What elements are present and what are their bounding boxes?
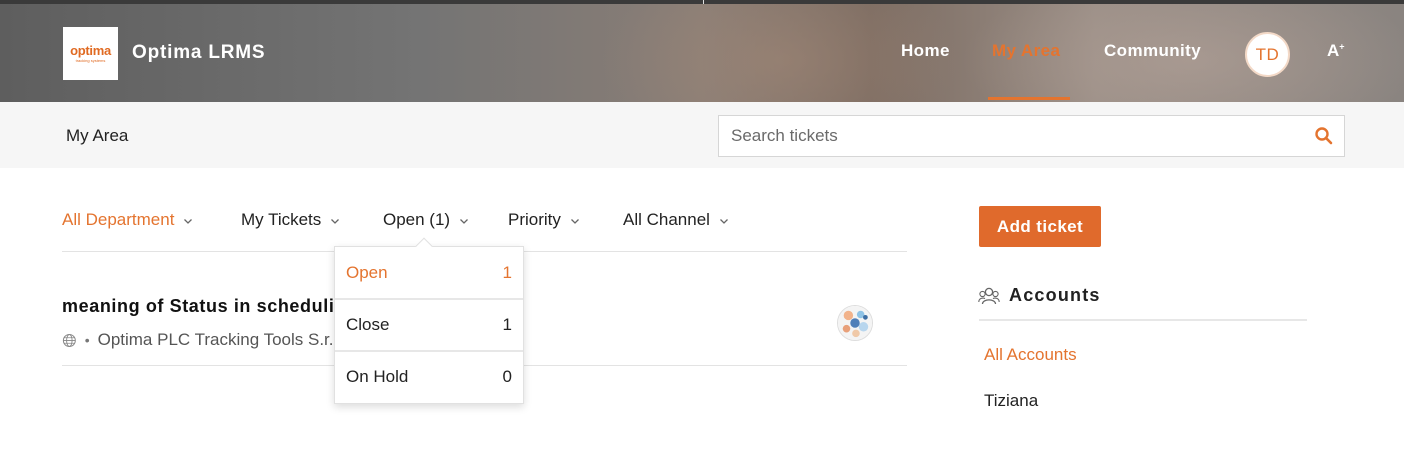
nav-community[interactable]: Community bbox=[1104, 41, 1201, 61]
search-box[interactable] bbox=[718, 115, 1345, 157]
font-size-label: A bbox=[1327, 41, 1340, 60]
logo-wordmark: optima bbox=[70, 43, 111, 58]
user-avatar[interactable]: TD bbox=[1245, 32, 1290, 77]
status-option-label: Open bbox=[346, 263, 388, 282]
active-nav-indicator bbox=[988, 97, 1070, 100]
filter-status-label: Open (1) bbox=[383, 210, 451, 229]
chevron-down-icon bbox=[184, 218, 193, 224]
chevron-down-icon bbox=[719, 218, 728, 224]
account-link-tiziana[interactable]: Tiziana bbox=[984, 391, 1038, 411]
accounts-header: Accounts bbox=[978, 285, 1101, 306]
brand-name[interactable]: Optima LRMS bbox=[132, 42, 265, 64]
ticket-title[interactable]: meaning of Status in scheduling bbox=[62, 296, 342, 317]
users-icon bbox=[978, 287, 1000, 304]
status-option-close[interactable]: Close 1 bbox=[335, 298, 523, 350]
header-edge-mark bbox=[703, 0, 704, 4]
filter-priority-label: Priority bbox=[508, 210, 561, 229]
top-header: optima tracking systems Optima LRMS Home… bbox=[0, 0, 1404, 102]
ticket-assignee-avatar[interactable] bbox=[837, 305, 873, 341]
account-link-all[interactable]: All Accounts bbox=[984, 345, 1077, 365]
ticket-meta: • Optima PLC Tracking Tools S.r.l. bbox=[62, 330, 342, 350]
page-title: My Area bbox=[66, 126, 129, 145]
search-icon[interactable] bbox=[1314, 126, 1334, 146]
status-dropdown-menu: Open 1 Close 1 On Hold 0 bbox=[334, 237, 524, 404]
chevron-down-icon bbox=[570, 218, 579, 224]
nav-my-area[interactable]: My Area bbox=[992, 41, 1060, 61]
font-size-plus-icon: + bbox=[1339, 41, 1345, 52]
meta-separator: • bbox=[84, 332, 90, 348]
globe-icon bbox=[62, 333, 76, 347]
filter-my-tickets-label: My Tickets bbox=[241, 210, 322, 229]
status-option-count: 0 bbox=[502, 367, 512, 386]
add-ticket-button[interactable]: Add ticket bbox=[979, 206, 1101, 247]
filter-department[interactable]: All Department bbox=[62, 210, 193, 230]
font-size-button[interactable]: A+ bbox=[1327, 41, 1345, 61]
filter-my-tickets[interactable]: My Tickets bbox=[241, 210, 340, 230]
filter-priority[interactable]: Priority bbox=[508, 210, 580, 230]
sub-header: My Area bbox=[0, 102, 1404, 168]
filter-department-label: All Department bbox=[62, 210, 175, 229]
status-option-label: On Hold bbox=[346, 367, 409, 386]
status-option-open[interactable]: Open 1 bbox=[335, 247, 523, 299]
chevron-down-icon bbox=[460, 218, 469, 224]
chevron-down-icon bbox=[331, 218, 340, 224]
status-option-on-hold[interactable]: On Hold 0 bbox=[335, 350, 523, 402]
avatar-initials: TD bbox=[1255, 44, 1280, 64]
logo-tagline: tracking systems bbox=[75, 58, 106, 63]
filter-channel[interactable]: All Channel bbox=[623, 210, 729, 230]
status-option-label: Close bbox=[346, 315, 390, 334]
filter-status[interactable]: Open (1) bbox=[383, 210, 469, 230]
nav-home[interactable]: Home bbox=[901, 41, 950, 61]
header-top-edge bbox=[0, 0, 1404, 4]
status-option-count: 1 bbox=[502, 315, 512, 334]
accounts-title: Accounts bbox=[1009, 285, 1101, 305]
search-input[interactable] bbox=[731, 124, 1301, 148]
filter-channel-label: All Channel bbox=[623, 210, 710, 229]
status-option-count: 1 bbox=[502, 263, 512, 282]
brand-logo[interactable]: optima tracking systems bbox=[63, 27, 118, 80]
accounts-divider bbox=[979, 319, 1307, 321]
ticket-account: Optima PLC Tracking Tools S.r.l. bbox=[97, 330, 342, 349]
